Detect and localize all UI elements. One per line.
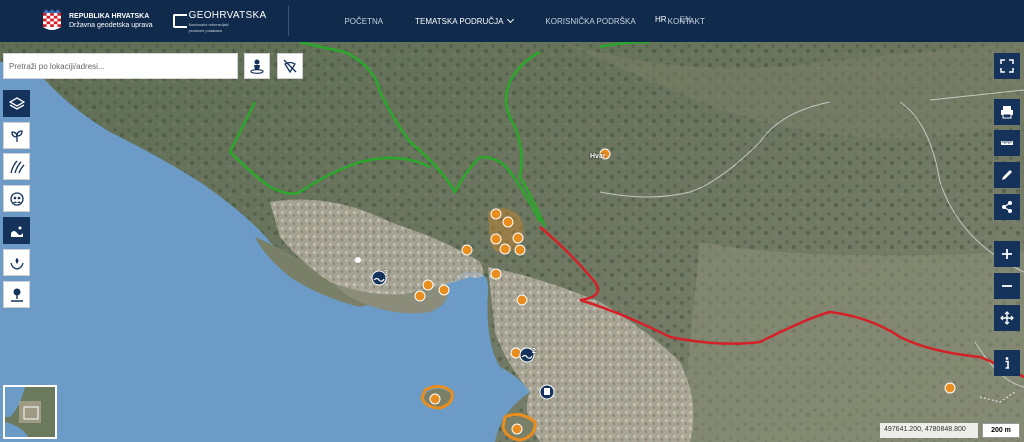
fields-icon <box>9 160 24 173</box>
share-icon <box>1002 201 1012 213</box>
locate-me-button[interactable] <box>244 53 270 79</box>
zoom-out-button[interactable] <box>994 273 1020 299</box>
zoom-in-icon <box>1002 249 1012 259</box>
geo-sub1: Nacionalni rekreacijski <box>188 21 229 27</box>
theme-forest-button[interactable] <box>3 281 30 308</box>
theme-fields-button[interactable] <box>3 153 30 180</box>
globe-people-icon <box>9 191 24 206</box>
clear-location-button[interactable] <box>277 53 303 79</box>
brand[interactable]: REPUBLIKA HRVATSKA Državna geodetska upr… <box>42 9 153 33</box>
language-switch: HR EN <box>655 15 702 24</box>
search-input[interactable]: Pretraži po lokaciji/adresi... <box>3 53 238 79</box>
theme-people-button[interactable] <box>3 185 30 212</box>
theme-nature-button[interactable] <box>3 249 30 276</box>
header-divider <box>288 6 290 36</box>
geohrvatska-logo[interactable]: GEOHRVATSKA Nacionalni rekreacijski pros… <box>172 9 267 33</box>
person-location-icon <box>250 59 264 74</box>
info-button[interactable] <box>994 350 1020 376</box>
plant-icon <box>10 129 23 142</box>
theme-water-button[interactable] <box>3 217 30 244</box>
share-button[interactable] <box>994 194 1020 220</box>
map-imagery <box>0 42 1024 442</box>
zoom-out-icon <box>1002 285 1012 287</box>
map-canvas[interactable]: Hvar 3 2 <box>0 42 1024 442</box>
minimap-image <box>5 387 55 437</box>
chevron-down-icon <box>507 15 515 23</box>
org-name: REPUBLIKA HRVATSKA Državna geodetska upr… <box>69 12 153 30</box>
nav-item-home[interactable]: POČETNA <box>344 17 383 26</box>
measure-icon <box>1001 141 1013 145</box>
zoom-in-button[interactable] <box>994 241 1020 267</box>
cluster-count-2: 2 <box>532 348 536 355</box>
overview-minimap[interactable] <box>3 385 57 439</box>
place-label-hvar: Hvar <box>590 153 606 160</box>
print-icon <box>1001 106 1013 119</box>
fullscreen-button[interactable] <box>994 53 1020 79</box>
layers-icon <box>8 96 25 110</box>
theme-agriculture-button[interactable] <box>3 122 30 149</box>
layers-button[interactable] <box>3 90 30 117</box>
geo-logo-icon <box>172 14 187 28</box>
lang-hr[interactable]: HR <box>655 15 667 24</box>
org-line1: REPUBLIKA HRVATSKA <box>69 13 150 20</box>
geo-sub2: prostorni podataka <box>188 27 222 33</box>
nav-item-thematic[interactable]: TEMATSKA PODRUČJA <box>415 15 515 26</box>
nav-thematic-label: TEMATSKA PODRUČJA <box>415 16 504 26</box>
scale-bar: 200 m <box>982 423 1020 438</box>
geo-title: GEOHRVATSKA <box>188 9 267 21</box>
coordinates-readout: 497641.200, 4780848.800 <box>880 423 978 438</box>
nav-item-support[interactable]: KORISNIČKA PODRŠKA <box>545 17 635 26</box>
measure-button[interactable] <box>994 130 1020 156</box>
lang-en[interactable]: EN <box>680 15 691 24</box>
tree-hand-icon <box>10 288 23 302</box>
fullscreen-icon <box>1000 59 1014 73</box>
top-header: REPUBLIKA HRVATSKA Državna geodetska upr… <box>0 0 1024 42</box>
print-button[interactable] <box>994 99 1020 125</box>
draw-button[interactable] <box>994 162 1020 188</box>
info-icon <box>1005 357 1009 369</box>
location-off-icon <box>283 59 297 74</box>
wave-icon <box>10 226 23 237</box>
org-line2: Državna geodetska uprava <box>69 22 153 29</box>
hands-leaf-icon <box>9 257 24 270</box>
pan-button[interactable] <box>994 305 1020 331</box>
pencil-icon <box>1002 170 1012 180</box>
pan-icon <box>1000 311 1014 325</box>
cluster-count-1: 3 <box>384 270 388 277</box>
coat-of-arms-icon <box>43 9 61 30</box>
